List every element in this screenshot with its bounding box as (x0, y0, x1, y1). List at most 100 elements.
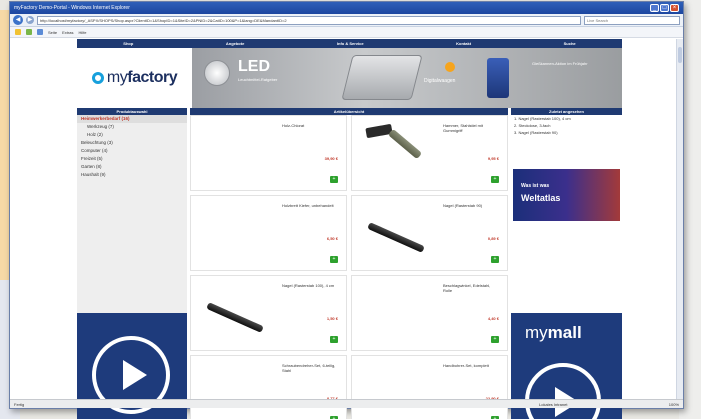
product-price: 0,89 € (487, 236, 499, 241)
right-sidebar: 1. Nagel (Rasterstab 100), 4 cm 2. Steck… (511, 115, 622, 419)
nav-info-service[interactable]: Info & Service (337, 41, 364, 46)
product-grid: Holz-Chlorat 39,90 € + Hammer, Stahlstiel m… (190, 115, 508, 419)
back-button[interactable]: ◀ (13, 15, 23, 25)
logo-ring-icon (91, 72, 104, 84)
product-name[interactable]: Nagel (Rasterstab 100), 4 cm (282, 283, 338, 288)
category-item[interactable]: Computer (4) (77, 147, 187, 155)
toolbar-item-help[interactable]: Hilfe (78, 30, 86, 35)
close-button[interactable]: × (670, 4, 679, 12)
maximize-button[interactable]: □ (660, 4, 669, 12)
scroll-thumb[interactable] (678, 47, 682, 63)
product-card[interactable]: Holz-Chlorat 39,90 € + (190, 115, 347, 191)
mymall-logo: mymall (525, 323, 582, 342)
product-card[interactable]: Schraubendreher-Set, 6-teilig, Stahl8,77… (190, 355, 347, 419)
product-price: 1,50 € (326, 316, 338, 321)
category-item[interactable]: Heimwerkerbedarf (16) (77, 115, 187, 123)
product-name[interactable]: Hammer, Stahlstiel mit Gummigriff (443, 123, 499, 133)
banner-right-text: Gießkannen-Aktion im Frühjahr (532, 61, 588, 66)
watering-can-image (487, 58, 509, 98)
column-header-overview: Artikelübersicht (190, 108, 508, 115)
myfactory-logo[interactable]: myfactory (77, 48, 192, 108)
product-price: 4,40 € (487, 316, 499, 321)
nav-search[interactable]: Suche (564, 41, 576, 46)
add-favorite-icon[interactable] (26, 29, 32, 35)
recent-item[interactable]: 1. Nagel (Rasterstab 100), 4 cm (511, 115, 622, 122)
product-price: 9,95 € (487, 156, 499, 161)
add-to-cart-button[interactable]: + (330, 336, 338, 343)
column-header-selection: Produktauswahl (77, 108, 187, 115)
browser-toolbar: Seite Extras Hilfe (10, 27, 683, 38)
led-title: LED (238, 58, 270, 75)
promo-banner[interactable]: LED Leuchtmittel-Ratgeber Digitalwaagen … (192, 48, 622, 108)
vertical-scrollbar[interactable] (676, 39, 683, 399)
top-navigation: Shop Angebote Info & Service Kontakt Suc… (77, 39, 622, 48)
shop-page: Shop Angebote Info & Service Kontakt Suc… (77, 39, 622, 419)
recent-item[interactable]: 2. Steckdose, 3-fach (511, 122, 622, 129)
product-card[interactable]: Holzbrett Kiefer, unbehandelt 6,50 € + (190, 195, 347, 271)
add-to-cart-button[interactable]: + (491, 336, 499, 343)
nail-image (206, 302, 264, 333)
led-subtitle: Leuchtmittel-Ratgeber (238, 77, 278, 82)
window-title: myFactory Demo-Portal - Windows Internet… (14, 5, 130, 11)
category-item[interactable]: Werkzeug (7) (77, 123, 187, 131)
nail-image (367, 222, 425, 253)
minimize-button[interactable]: _ (650, 4, 659, 12)
category-sidebar: Heimwerkerbedarf (16) Werkzeug (7) Holz (2… (77, 115, 187, 419)
add-to-cart-button[interactable]: + (330, 176, 338, 183)
product-name[interactable]: Holz-Chlorat (282, 123, 338, 128)
product-card[interactable]: Hammer, Stahlstiel mit Gummigriff 9,95 € + (351, 115, 508, 191)
add-to-cart-button[interactable]: + (491, 256, 499, 263)
product-name[interactable]: Holzbrett Kiefer, unbehandelt (282, 203, 338, 208)
address-bar: ◀ ▶ http://localhost/myfactory/_ASPX/SHO… (10, 14, 683, 27)
status-text: Fertig (14, 401, 25, 407)
product-card[interactable]: Nagel (Rasterstab 90) 0,89 € + (351, 195, 508, 271)
nav-contact[interactable]: Kontakt (456, 41, 471, 46)
category-list: Heimwerkerbedarf (16) Werkzeug (7) Holz (2… (77, 115, 187, 179)
led-bulb-icon (204, 60, 230, 86)
product-card[interactable]: Beschlagwinkel, Edelstahl, Rolle 4,40 € + (351, 275, 508, 351)
search-input[interactable]: Live Search (584, 15, 680, 25)
scale-image (341, 55, 423, 100)
product-name[interactable]: Beschlagwinkel, Edelstahl, Rolle (443, 283, 499, 293)
offer-badge-icon (445, 62, 455, 72)
product-name[interactable]: Nagel (Rasterstab 90) (443, 203, 499, 208)
tabs-icon[interactable] (37, 29, 43, 35)
forward-button[interactable]: ▶ (26, 16, 34, 24)
toolbar-item-page[interactable]: Seite (48, 30, 57, 35)
product-card[interactable]: Nagel (Rasterstab 100), 4 cm 1,50 € + (190, 275, 347, 351)
weltatlas-banner[interactable]: Was ist was Weltatlas (513, 169, 620, 221)
product-name[interactable]: Schraubendreher-Set, 6-teilig, Stahl (282, 363, 338, 373)
favorites-icon[interactable] (15, 29, 21, 35)
add-to-cart-button[interactable]: + (491, 176, 499, 183)
product-price: 6,50 € (326, 236, 338, 241)
nav-shop[interactable]: Shop (123, 41, 133, 46)
security-zone: Lokales Intranet (539, 401, 568, 407)
zoom-level[interactable]: 100% (639, 402, 679, 407)
atlas-line2: Weltatlas (521, 193, 561, 203)
product-card[interactable]: Handbohrer-Set, komplett22,90 €+ (351, 355, 508, 419)
title-bar: myFactory Demo-Portal - Windows Internet… (10, 2, 683, 14)
browser-window: myFactory Demo-Portal - Windows Internet… (9, 1, 684, 419)
atlas-line1: Was ist was (521, 183, 550, 189)
toolbar-item-extras[interactable]: Extras (62, 30, 73, 35)
nav-offers[interactable]: Angebote (226, 41, 244, 46)
hammer-handle-image (387, 128, 423, 160)
product-name[interactable]: Handbohrer-Set, komplett (443, 363, 499, 368)
scale-text: Digitalwaagen (424, 78, 456, 84)
logo-text: myfactory (106, 69, 178, 86)
url-input[interactable]: http://localhost/myfactory/_ASPX/SHOPS/S… (37, 15, 581, 25)
category-item[interactable]: Freizeit (5) (77, 155, 187, 163)
recent-item[interactable]: 3. Nagel (Rasterstab 90) (511, 129, 622, 136)
page-viewport: Shop Angebote Info & Service Kontakt Suc… (10, 39, 683, 419)
column-header-recent: Zuletzt angesehen (511, 108, 622, 115)
category-item[interactable]: Holz (2) (77, 131, 187, 139)
product-price: 39,90 € (324, 156, 338, 161)
column-headers: Produktauswahl Artikelübersicht Zuletzt … (77, 108, 622, 115)
page-header: myfactory LED Leuchtmittel-Ratgeber Digi… (77, 48, 622, 108)
status-bar: Fertig Lokales Intranet 100% (10, 399, 683, 408)
category-item[interactable]: Beleuchtung (3) (77, 139, 187, 147)
category-item[interactable]: Garten (8) (77, 163, 187, 171)
category-item[interactable]: Haushalt (9) (77, 171, 187, 179)
play-icon (123, 360, 147, 390)
add-to-cart-button[interactable]: + (330, 256, 338, 263)
